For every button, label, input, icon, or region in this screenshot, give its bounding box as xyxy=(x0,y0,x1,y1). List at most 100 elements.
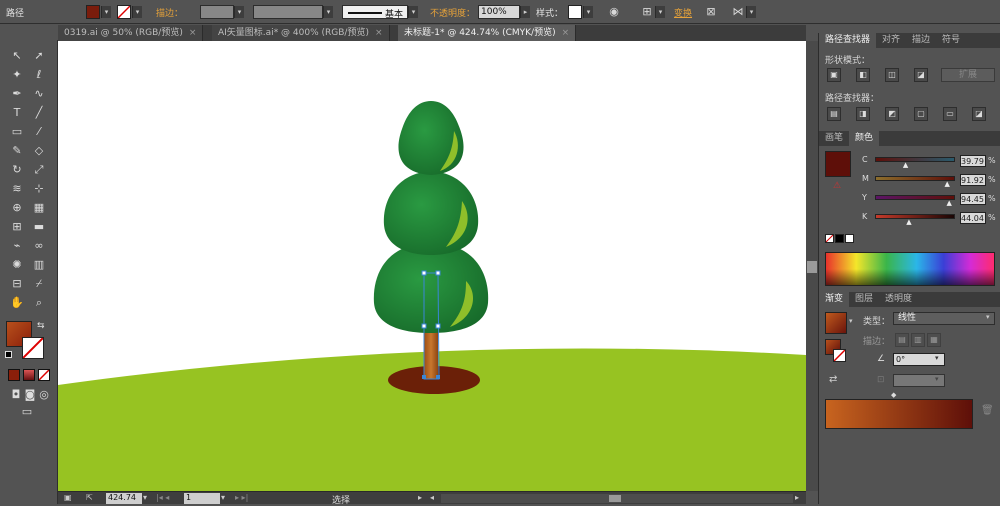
scroll-right-icon[interactable]: ▸ xyxy=(795,493,799,502)
warp-icon[interactable]: ≋ xyxy=(8,181,26,197)
tab-brushes[interactable]: 画笔 xyxy=(819,131,849,146)
opacity-label[interactable]: 不透明度： xyxy=(430,6,475,19)
channel-value-c[interactable]: 39.79 xyxy=(960,155,986,167)
scroll-thumb[interactable] xyxy=(807,261,817,273)
channel-thumb-m[interactable]: ▲ xyxy=(945,180,950,188)
stroke-color-swatch[interactable] xyxy=(22,337,44,359)
column-graph-icon[interactable]: ▥ xyxy=(30,257,48,273)
line-icon[interactable]: ╱ xyxy=(30,105,48,121)
gradient-preview-swatch[interactable] xyxy=(825,312,847,334)
stroke-label[interactable]: 描边： xyxy=(156,6,183,19)
close-icon[interactable]: × xyxy=(375,28,383,38)
next-artboard-icon[interactable]: ▸ ▸| xyxy=(235,493,248,502)
gradient-slider[interactable] xyxy=(825,399,973,429)
magic-wand-icon[interactable]: ✦ xyxy=(8,67,26,83)
direct-selection-icon[interactable]: ➚ xyxy=(30,48,48,64)
tab-layers[interactable]: 图层 xyxy=(849,292,879,307)
horizontal-scrollbar[interactable] xyxy=(441,494,793,503)
free-transform-icon[interactable]: ⊹ xyxy=(30,181,48,197)
minus-front-icon[interactable]: ◧ xyxy=(856,68,870,82)
selection-icon[interactable]: ↖ xyxy=(8,48,26,64)
isolate-icon[interactable]: ⊠ xyxy=(704,5,718,19)
variable-width-dropdown[interactable]: ▾ xyxy=(323,6,333,18)
eyedropper-icon[interactable]: ⌁ xyxy=(8,238,26,254)
doc-tab-untitled[interactable]: 未标题-1* @ 424.74% (CMYK/预览) × xyxy=(398,25,577,41)
rotate-icon[interactable]: ↻ xyxy=(8,162,26,178)
channel-thumb-y[interactable]: ▲ xyxy=(947,199,952,207)
share-icon[interactable]: ⇱ xyxy=(86,493,98,503)
stroke-weight-field[interactable] xyxy=(200,5,234,19)
zoom-field[interactable]: 424.74 xyxy=(106,493,142,504)
artboard-field[interactable]: 1 xyxy=(184,493,220,504)
close-icon[interactable]: × xyxy=(189,28,197,38)
gradient-mode-icon[interactable] xyxy=(23,369,35,381)
channel-slider-y[interactable] xyxy=(875,195,955,200)
intersect-icon[interactable]: ◫ xyxy=(885,68,899,82)
eraser-icon[interactable]: ◇ xyxy=(30,143,48,159)
artboard-canvas[interactable] xyxy=(58,41,806,491)
artboard-dropdown[interactable]: ▾ xyxy=(221,493,225,502)
arrange-dropdown[interactable]: ▾ xyxy=(746,6,756,18)
slice-icon[interactable]: ⌿ xyxy=(30,276,48,292)
tab-stroke[interactable]: 描边 xyxy=(906,33,936,48)
stroke-none-swatch[interactable] xyxy=(117,5,131,19)
recolor-artwork-icon[interactable]: ◉ xyxy=(607,5,621,19)
trim-icon[interactable]: ◨ xyxy=(856,107,870,121)
artboard-icon[interactable]: ▣ xyxy=(64,493,76,503)
merge-icon[interactable]: ◩ xyxy=(885,107,899,121)
tab-pathfinder[interactable]: 路径查找器 xyxy=(819,33,877,48)
stroke-along-icon[interactable]: ▥ xyxy=(911,333,925,347)
tab-gradient[interactable]: 渐变 xyxy=(819,292,850,307)
mesh-icon[interactable]: ⊞ xyxy=(8,219,26,235)
exclude-icon[interactable]: ◪ xyxy=(914,68,928,82)
zoom-dropdown[interactable]: ▾ xyxy=(143,493,147,502)
gradient-stroke-swatch[interactable] xyxy=(833,349,846,362)
perspective-grid-icon[interactable]: ▦ xyxy=(30,200,48,216)
color-spectrum[interactable] xyxy=(825,252,995,286)
scale-icon[interactable]: ⤢ xyxy=(30,162,48,178)
minus-back-icon[interactable]: ◪ xyxy=(972,107,986,121)
brush-profile-select[interactable]: 基本 xyxy=(342,5,408,20)
screen-mode-icon[interactable]: ▭ xyxy=(18,404,36,420)
zoom-icon[interactable]: ⌕ xyxy=(30,295,48,311)
channel-thumb-c[interactable]: ▲ xyxy=(903,161,908,169)
stroke-dropdown[interactable]: ▾ xyxy=(132,6,142,18)
color-mode-icon[interactable] xyxy=(8,369,20,381)
stroke-across-icon[interactable]: ▦ xyxy=(927,333,941,347)
swap-colors-icon[interactable]: ⇆ xyxy=(37,321,45,331)
none-mode-icon[interactable] xyxy=(38,369,50,381)
fill-swatch[interactable] xyxy=(86,5,100,19)
transform-link[interactable]: 变换 xyxy=(674,6,692,19)
delete-stop-icon[interactable]: 🗑 xyxy=(981,405,994,416)
variable-width-field[interactable] xyxy=(253,5,323,19)
artboard-icon[interactable]: ⊟ xyxy=(8,276,26,292)
pen-icon[interactable]: ✒ xyxy=(8,86,26,102)
shape-builder-icon[interactable]: ⊕ xyxy=(8,200,26,216)
white-swatch[interactable] xyxy=(845,234,854,243)
tab-color[interactable]: 颜色 xyxy=(849,131,880,146)
aspect-ratio-dropdown[interactable]: ▾ xyxy=(935,375,939,383)
default-colors-icon[interactable] xyxy=(5,351,12,358)
channel-value-m[interactable]: 91.92 xyxy=(960,174,986,186)
close-icon[interactable]: × xyxy=(562,28,570,38)
hand-icon[interactable]: ✋ xyxy=(8,295,26,311)
none-color-icon[interactable] xyxy=(825,234,834,243)
unite-icon[interactable]: ▣ xyxy=(827,68,841,82)
black-swatch[interactable] xyxy=(835,234,844,243)
symbol-sprayer-icon[interactable]: ✺ xyxy=(8,257,26,273)
channel-value-k[interactable]: 44.04 xyxy=(960,212,986,224)
crop-icon[interactable]: ▢ xyxy=(914,107,928,121)
graphic-style-dropdown[interactable]: ▾ xyxy=(583,6,593,18)
draw-inside-icon[interactable]: ◎ xyxy=(35,387,53,403)
doc-tab-icons[interactable]: AI矢量图标.ai* @ 400% (RGB/预览) × xyxy=(212,25,390,41)
graphic-style-swatch[interactable] xyxy=(568,5,582,19)
channel-slider-m[interactable] xyxy=(875,176,955,181)
channel-thumb-k[interactable]: ▲ xyxy=(906,218,911,226)
doc-tab-0319[interactable]: 0319.ai @ 50% (RGB/预览) × xyxy=(58,25,204,41)
tab-transparency[interactable]: 透明度 xyxy=(879,292,918,307)
brush-profile-dropdown[interactable]: ▾ xyxy=(408,6,418,18)
vertical-scrollbar[interactable] xyxy=(806,41,818,491)
lasso-icon[interactable]: ℓ xyxy=(30,67,48,83)
expand-button[interactable]: 扩展 xyxy=(941,68,995,82)
opacity-dropdown[interactable]: ▸ xyxy=(520,6,530,18)
